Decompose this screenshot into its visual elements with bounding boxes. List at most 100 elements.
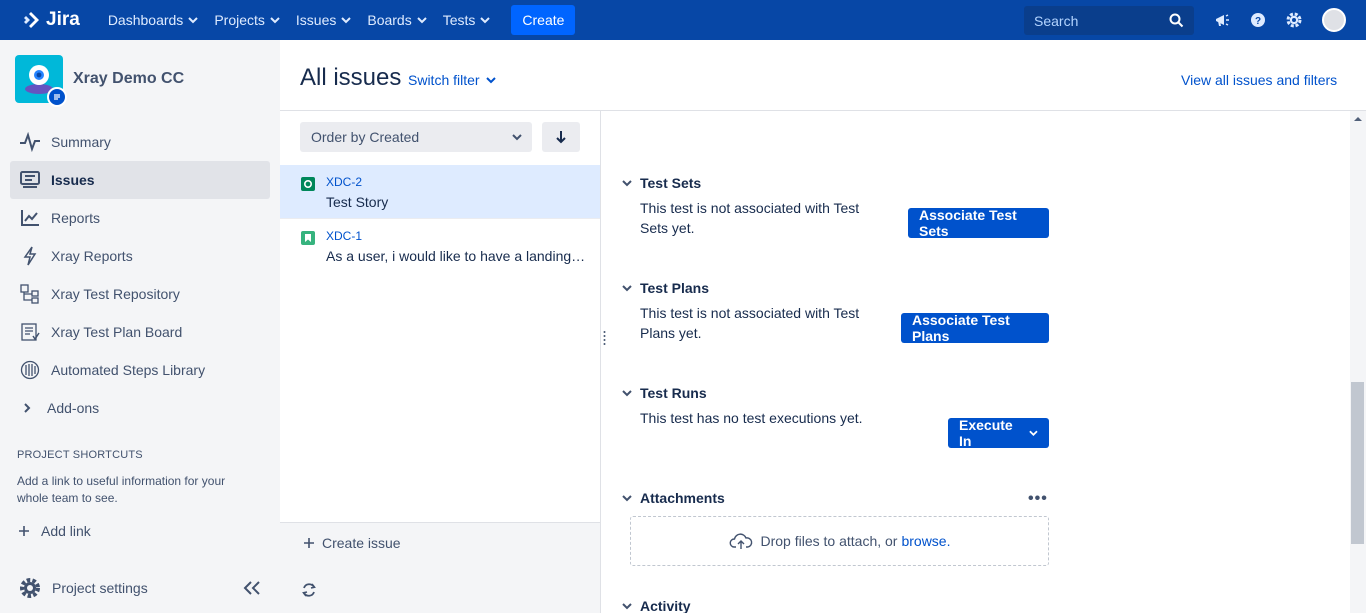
sidebar-item-xray-test-plan-board[interactable]: Xray Test Plan Board xyxy=(10,313,270,351)
plus-icon xyxy=(19,526,29,536)
sort-direction-button[interactable] xyxy=(542,122,580,152)
switch-filter-button[interactable]: Switch filter xyxy=(408,72,496,88)
view-all-issues-link[interactable]: View all issues and filters xyxy=(1181,72,1337,88)
sidebar-item-label: Summary xyxy=(51,134,111,150)
issues-icon xyxy=(18,168,42,192)
chevron-down-icon xyxy=(620,491,634,505)
activity-section-header[interactable]: Activity xyxy=(620,598,691,613)
test-runs-title: Test Runs xyxy=(640,385,707,401)
search-input[interactable]: Search xyxy=(1024,6,1194,35)
test-runs-section-header[interactable]: Test Runs xyxy=(620,385,707,401)
chevron-down-icon xyxy=(270,17,280,24)
nav-tests-label: Tests xyxy=(442,12,476,28)
switch-filter-label: Switch filter xyxy=(408,72,480,88)
test-sets-section-header[interactable]: Test Sets xyxy=(620,175,701,191)
create-button[interactable]: Create xyxy=(511,5,576,35)
sidebar-item-xray-reports[interactable]: Xray Reports xyxy=(10,237,270,275)
scroll-up-arrow-icon[interactable] xyxy=(1350,113,1366,125)
activity-title: Activity xyxy=(640,598,691,613)
create-issue-button[interactable]: Create issue xyxy=(302,535,401,551)
nav-projects-label: Projects xyxy=(214,12,265,28)
sidebar-item-automated-steps-library[interactable]: Automated Steps Library xyxy=(10,351,270,389)
sidebar-item-label: Xray Test Repository xyxy=(51,286,180,302)
chevron-down-icon xyxy=(480,17,491,24)
sidebar-item-issues[interactable]: Issues xyxy=(10,161,270,199)
scrollbar-thumb[interactable] xyxy=(1351,382,1364,544)
search-placeholder: Search xyxy=(1034,12,1079,29)
lightning-icon xyxy=(18,244,42,268)
repository-icon xyxy=(18,282,42,306)
associate-test-plans-button[interactable]: Associate Test Plans xyxy=(901,312,1049,344)
test-sets-text: This test is not associated with Test Se… xyxy=(640,200,860,236)
more-actions-icon[interactable]: ••• xyxy=(1028,490,1048,508)
sidebar-item-label: Automated Steps Library xyxy=(51,362,206,378)
issue-summary: Test Story xyxy=(326,194,389,210)
project-type-badge xyxy=(47,87,67,107)
nav-dashboards-label: Dashboards xyxy=(107,12,184,28)
help-icon[interactable]: ? xyxy=(1248,10,1268,30)
drop-files-text: Drop files to attach, or xyxy=(760,533,898,549)
attachment-dropzone[interactable]: Drop files to attach, or browse. xyxy=(630,516,1049,566)
test-runs-text: This test has no test executions yet. xyxy=(640,410,863,426)
jira-logo-icon xyxy=(24,12,39,28)
chevron-down-icon xyxy=(341,17,352,24)
sidebar-item-add-ons[interactable]: Add-ons xyxy=(10,389,270,427)
nav-boards-label: Boards xyxy=(367,12,412,28)
project-shortcuts-title: PROJECT SHORTCUTS xyxy=(17,449,143,461)
chevron-down-icon xyxy=(512,134,522,141)
project-header[interactable]: Xray Demo CC xyxy=(15,55,185,107)
browse-link[interactable]: browse. xyxy=(901,533,950,549)
page-title: All issues xyxy=(300,64,402,91)
project-settings-link[interactable]: Project settings xyxy=(18,576,148,600)
sidebar-item-summary[interactable]: Summary xyxy=(10,123,270,161)
issue-list-item[interactable]: XDC-1 As a user, i would like to have a … xyxy=(280,219,600,272)
reports-icon xyxy=(18,206,42,230)
nav-tests[interactable]: Tests xyxy=(435,4,499,36)
add-link-button[interactable]: Add link xyxy=(17,523,91,539)
sidebar-item-label: Xray Test Plan Board xyxy=(51,324,183,340)
issue-key[interactable]: XDC-2 xyxy=(326,175,362,189)
execute-in-button[interactable]: Execute In xyxy=(948,417,1049,449)
notification-icon[interactable] xyxy=(1212,10,1232,30)
sidebar-item-xray-test-repository[interactable]: Xray Test Repository xyxy=(10,275,270,313)
pulse-icon xyxy=(18,130,42,154)
sidebar-item-reports[interactable]: Reports xyxy=(10,199,270,237)
nav-boards[interactable]: Boards xyxy=(359,4,434,36)
search-icon xyxy=(1169,13,1184,28)
sidebar-item-label: Reports xyxy=(51,210,101,226)
resize-grip-icon[interactable] xyxy=(603,330,606,346)
issue-list-item[interactable]: XDC-2 Test Story xyxy=(280,165,600,218)
story-issue-type-icon xyxy=(301,231,315,245)
cloud-upload-icon xyxy=(729,533,752,549)
associate-test-sets-button[interactable]: Associate Test Sets xyxy=(908,207,1049,239)
jira-logo[interactable]: Jira xyxy=(20,0,80,40)
svg-text:?: ? xyxy=(1255,16,1261,27)
nav-issues[interactable]: Issues xyxy=(288,4,359,36)
gear-icon xyxy=(20,578,40,598)
collapse-sidebar-icon[interactable] xyxy=(242,580,262,596)
profile-avatar[interactable] xyxy=(1322,8,1346,32)
attachments-section-header[interactable]: Attachments xyxy=(620,490,725,506)
header-divider xyxy=(280,110,1366,111)
nav-projects[interactable]: Projects xyxy=(206,4,288,36)
project-avatar xyxy=(15,55,67,107)
panel-splitter[interactable] xyxy=(600,111,601,613)
project-shortcuts-description: Add a link to useful information for you… xyxy=(17,474,226,505)
chevron-down-icon xyxy=(620,281,634,295)
test-plans-title: Test Plans xyxy=(640,280,709,296)
test-plans-section-header[interactable]: Test Plans xyxy=(620,280,709,296)
project-name: Xray Demo CC xyxy=(73,70,185,87)
issue-key[interactable]: XDC-1 xyxy=(326,229,362,243)
logo-text: Jira xyxy=(46,9,80,30)
test-plans-text: This test is not associated with Test Pl… xyxy=(640,305,860,341)
chevron-down-icon xyxy=(620,176,634,190)
settings-icon[interactable] xyxy=(1284,10,1304,30)
order-by-select[interactable]: Order by Created xyxy=(300,122,532,152)
chevron-down-icon xyxy=(188,17,199,24)
chevron-right-icon xyxy=(20,396,34,420)
attachments-title: Attachments xyxy=(640,490,725,506)
refresh-icon[interactable] xyxy=(300,581,318,599)
plus-icon xyxy=(304,538,314,548)
chevron-down-icon xyxy=(620,386,634,400)
nav-dashboards[interactable]: Dashboards xyxy=(100,4,207,36)
